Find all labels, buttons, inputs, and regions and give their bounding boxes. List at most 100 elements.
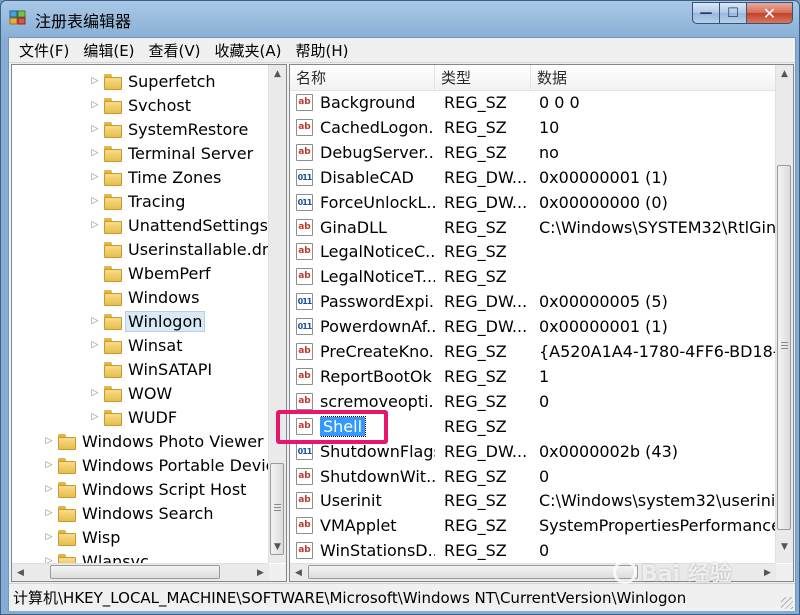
value-row[interactable]: ab ReportBootOk REG_SZ 1: [290, 364, 776, 389]
value-row[interactable]: 011 DisableCAD REG_DW... 0x00000001 (1): [290, 165, 776, 190]
expand-arrow-icon[interactable]: ▷: [90, 316, 100, 326]
scroll-right-icon[interactable]: ▶: [759, 564, 776, 581]
values-scroll-thumb[interactable]: [777, 165, 791, 530]
tree-item[interactable]: Userinstallable.dr: [90, 237, 269, 261]
values-pane[interactable]: 名称 类型 数据 ab Background REG_SZ 0 0 0 ab Cached…: [289, 64, 794, 582]
maximize-button[interactable]: ☐: [720, 2, 747, 24]
value-row[interactable]: ab Background REG_SZ 0 0 0: [290, 90, 776, 115]
tree-horizontal-scrollbar[interactable]: ◀ ▶: [12, 563, 269, 581]
folder-icon: [58, 433, 76, 450]
expand-arrow-icon[interactable]: ▷: [90, 412, 100, 422]
value-row[interactable]: ab scremoveopti... REG_SZ 0: [290, 389, 776, 414]
tree-item[interactable]: Windows: [90, 285, 201, 309]
value-row[interactable]: ab Shell REG_SZ: [290, 414, 776, 439]
value-row[interactable]: ab DebugServer... REG_SZ no: [290, 140, 776, 165]
folder-icon: [104, 265, 122, 282]
expand-arrow-icon[interactable]: ▷: [90, 220, 100, 230]
value-name: LegalNoticeC...: [320, 242, 435, 261]
tree-item[interactable]: ▷ Winsat: [90, 333, 184, 357]
tree-item[interactable]: ▷ UnattendSettings: [90, 213, 269, 237]
tree-item[interactable]: WinSATAPI: [90, 357, 214, 381]
menu-view[interactable]: 查看(V): [143, 40, 207, 61]
expand-arrow-icon[interactable]: ▷: [90, 124, 100, 134]
value-type: REG_DW...: [444, 317, 528, 336]
scroll-right-icon[interactable]: ▶: [252, 564, 269, 581]
expand-arrow-icon[interactable]: ▷: [44, 460, 54, 470]
expand-arrow-icon[interactable]: ▷: [44, 532, 54, 542]
value-name: DebugServer...: [320, 143, 435, 162]
value-row[interactable]: ab VMApplet REG_SZ SystemPropertiesPerforma…: [290, 513, 776, 538]
menu-file[interactable]: 文件(F): [13, 40, 75, 61]
tree-item[interactable]: ▷ Winlogon: [90, 309, 206, 333]
title-bar[interactable]: 注册表编辑器 — ☐ ✕: [1, 1, 799, 35]
tree-item[interactable]: ▷ Windows Search: [44, 501, 215, 525]
value-row[interactable]: 011 PasswordExpi... REG_DW... 0x00000005 (5…: [290, 289, 776, 314]
string-value-icon: ab: [296, 418, 313, 435]
value-row[interactable]: 011 ForceUnlockL... REG_DW... 0x00000000 (0…: [290, 190, 776, 215]
key-tree-pane[interactable]: ▷ Superfetch ▷ Svchost ▷ SystemRestore ▷ Termin…: [11, 64, 287, 582]
column-header-data[interactable]: 数据: [531, 65, 776, 90]
value-row[interactable]: 011 ShutdownFlags REG_DW... 0x0000002b (43): [290, 439, 776, 464]
tree-item-label: Windows: [128, 287, 200, 307]
folder-icon: [58, 553, 76, 563]
value-row[interactable]: ab Userinit REG_SZ C:\Windows\system32\user…: [290, 488, 776, 513]
tree-item[interactable]: ▷ Time Zones: [90, 165, 223, 189]
expand-arrow-icon[interactable]: ▷: [90, 76, 100, 86]
value-row[interactable]: ab LegalNoticeC... REG_SZ: [290, 239, 776, 264]
scroll-left-icon[interactable]: ◀: [12, 564, 29, 581]
folder-icon: [104, 73, 122, 90]
expand-arrow-icon[interactable]: ▷: [44, 436, 54, 446]
tree-item[interactable]: ▷ Windows Photo Viewer: [44, 429, 266, 453]
value-name-cell: VMApplet: [320, 513, 435, 538]
values-hscroll-thumb[interactable]: [308, 565, 638, 579]
tree-item[interactable]: ▷ SystemRestore: [90, 117, 250, 141]
value-row[interactable]: ab ShutdownWit... REG_SZ 0: [290, 464, 776, 489]
expand-arrow-icon[interactable]: ▷: [44, 508, 54, 518]
expand-arrow-icon[interactable]: ▷: [90, 172, 100, 182]
column-header-name[interactable]: 名称: [290, 65, 435, 90]
minimize-button[interactable]: —: [692, 2, 720, 24]
menu-favorites[interactable]: 收藏夹(A): [209, 40, 288, 61]
expand-arrow-icon[interactable]: ▷: [90, 100, 100, 110]
folder-icon: [104, 169, 122, 186]
tree-item[interactable]: ▷ Wlansvc: [44, 549, 151, 563]
menu-edit[interactable]: 编辑(E): [77, 40, 140, 61]
expand-arrow-icon[interactable]: ▷: [44, 556, 54, 563]
value-type: REG_SZ: [444, 467, 507, 486]
scroll-down-icon[interactable]: ▼: [269, 538, 286, 555]
menu-help[interactable]: 帮助(H): [289, 40, 354, 61]
tree-item[interactable]: ▷ Wisp: [44, 525, 122, 549]
tree-item[interactable]: WbemPerf: [90, 261, 213, 285]
close-icon: ✕: [762, 3, 777, 23]
column-header-type[interactable]: 类型: [435, 65, 531, 90]
expand-arrow-icon[interactable]: ▷: [90, 196, 100, 206]
value-row[interactable]: 011 PowerdownAf... REG_DW... 0x00000001 (1): [290, 314, 776, 339]
scroll-left-icon[interactable]: ◀: [290, 564, 307, 581]
values-vertical-scrollbar[interactable]: ▲ ▼: [775, 65, 793, 563]
value-type: REG_SZ: [444, 218, 507, 237]
expand-arrow-icon[interactable]: ▷: [90, 388, 100, 398]
tree-item[interactable]: ▷ Windows Script Host: [44, 477, 248, 501]
scroll-down-icon[interactable]: ▼: [776, 538, 793, 555]
scroll-up-icon[interactable]: ▲: [776, 65, 793, 82]
value-row[interactable]: ab PreCreateKno... REG_SZ {A520A1A4-1780-4F…: [290, 339, 776, 364]
tree-item[interactable]: ▷ Terminal Server: [90, 141, 255, 165]
expand-arrow-icon[interactable]: ▷: [44, 484, 54, 494]
value-row[interactable]: ab LegalNoticeT... REG_SZ: [290, 264, 776, 289]
value-row[interactable]: ab GinaDLL REG_SZ C:\Windows\SYSTEM32\RtlGi…: [290, 215, 776, 240]
tree-item[interactable]: ▷ Windows Portable Devic: [44, 453, 269, 477]
resize-grip-icon[interactable]: [781, 597, 793, 609]
expand-arrow-icon[interactable]: ▷: [90, 340, 100, 350]
value-row[interactable]: ab CachedLogon... REG_SZ 10: [290, 115, 776, 140]
tree-vertical-scrollbar[interactable]: ▲ ▼: [268, 65, 286, 563]
tree-item[interactable]: ▷ Tracing: [90, 189, 187, 213]
tree-item[interactable]: ▷ WUDF: [90, 405, 179, 429]
tree-item[interactable]: ▷ WOW: [90, 381, 174, 405]
tree-item-label: Superfetch: [128, 71, 216, 91]
expand-arrow-icon[interactable]: ▷: [90, 148, 100, 158]
close-button[interactable]: ✕: [747, 2, 793, 24]
tree-item[interactable]: ▷ Superfetch: [90, 69, 218, 93]
tree-hscroll-thumb[interactable]: [50, 565, 220, 579]
tree-item[interactable]: ▷ Svchost: [90, 93, 193, 117]
scroll-up-icon[interactable]: ▲: [269, 65, 286, 82]
